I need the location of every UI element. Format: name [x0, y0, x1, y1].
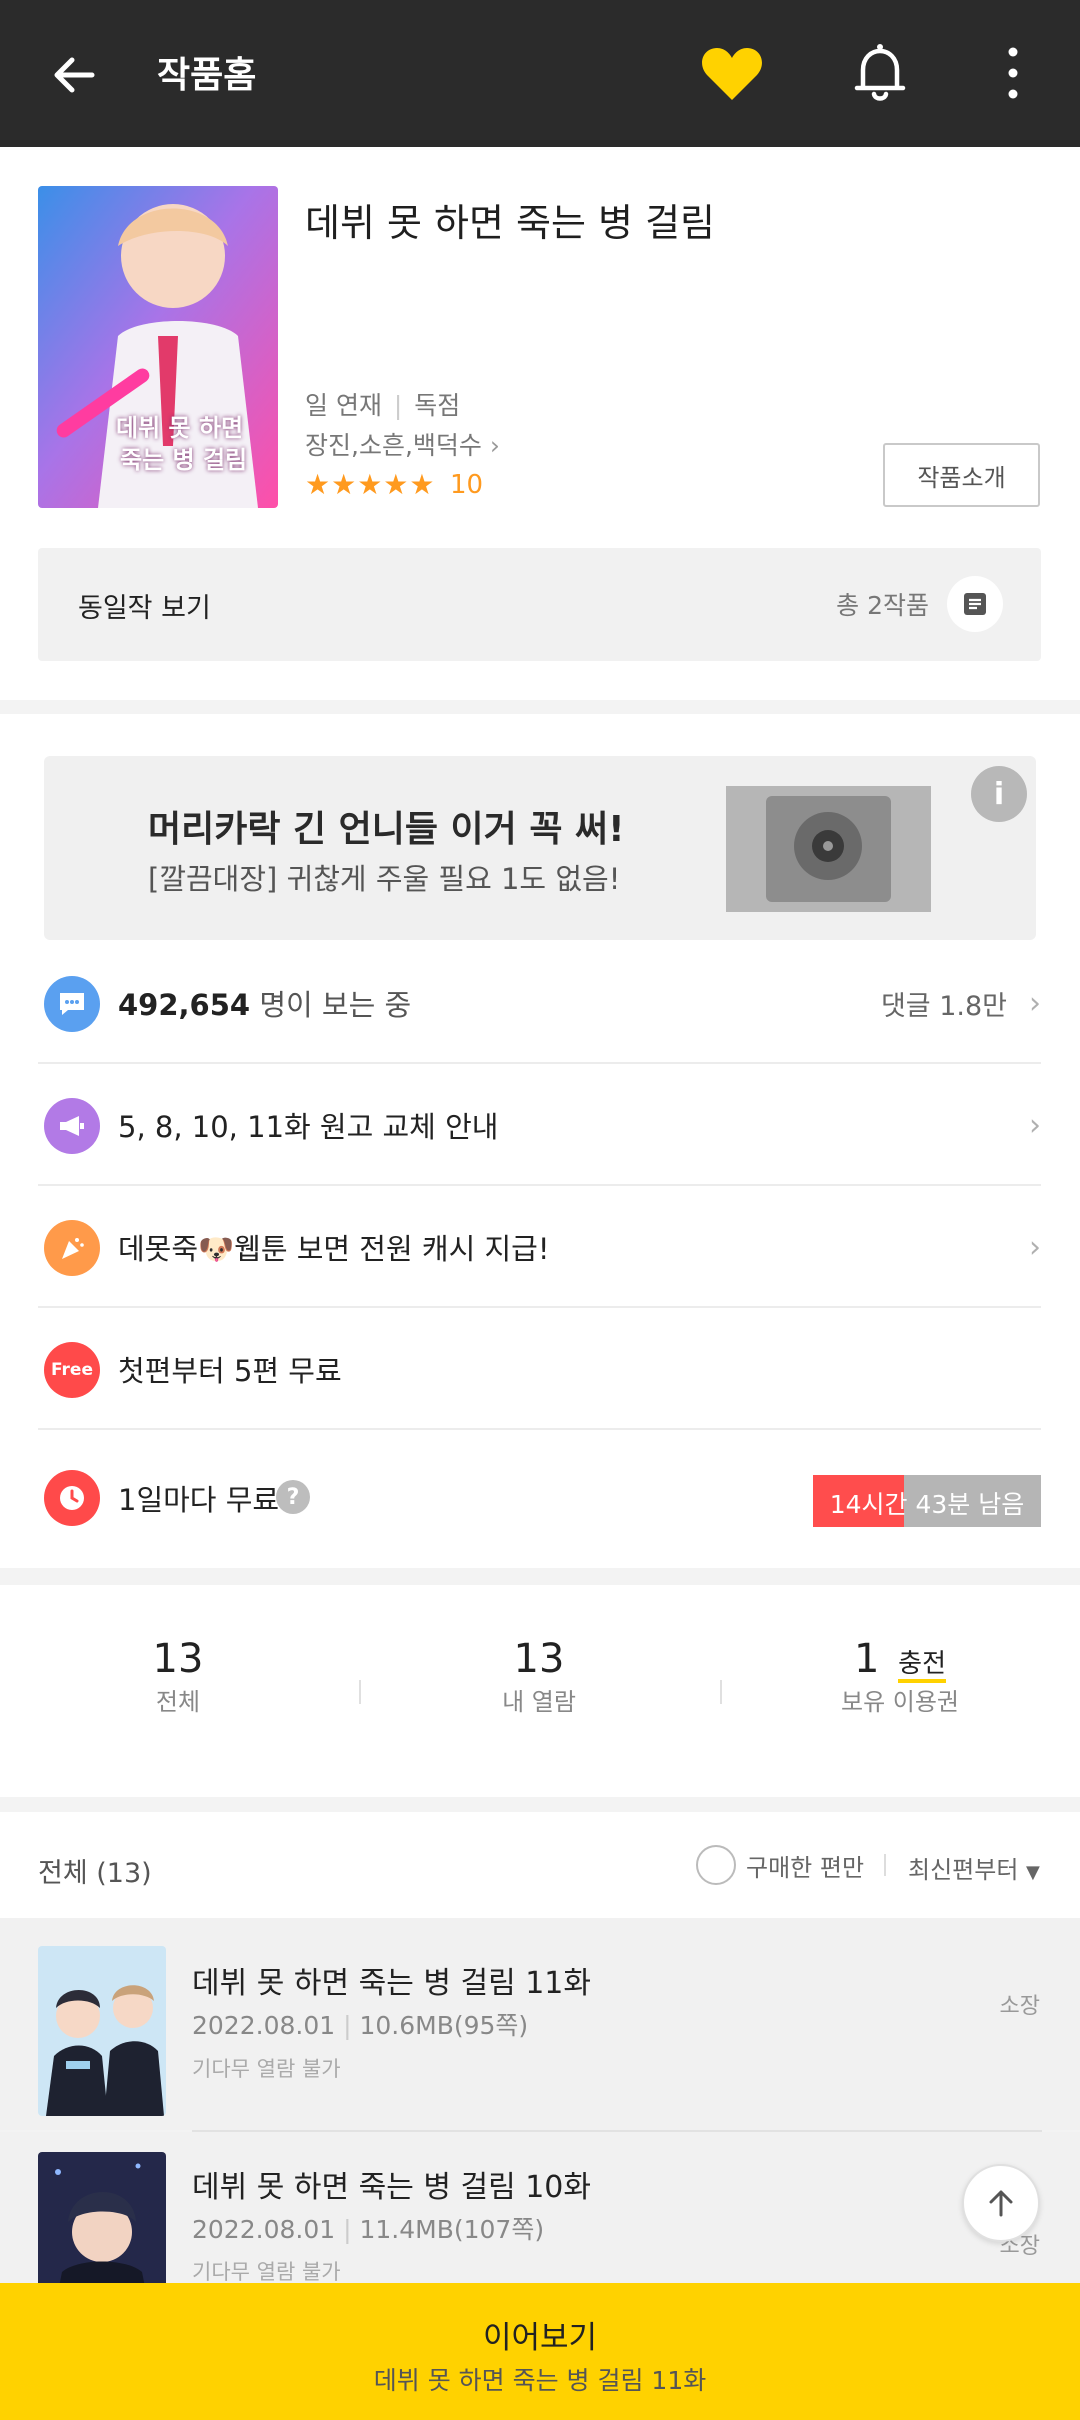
episode-date: 2022.08.01	[192, 2011, 336, 2040]
daily-free-text: 1일마다 무료	[118, 1483, 280, 1517]
episode-thumbnail	[38, 1946, 166, 2116]
purchased-only-checkbox[interactable]: 구매한 편만	[696, 1845, 864, 1885]
list-item[interactable]: 데뷔 못 하면 죽는 병 걸림 11화 2022.08.01 | 10.6MB(…	[0, 1918, 1080, 2130]
ad-info-icon[interactable]: i	[971, 766, 1027, 822]
same-work-count: 총 2작품	[836, 591, 929, 620]
top-bar: 작품홈	[0, 0, 1080, 147]
schedule-text: 일 연재	[305, 391, 382, 420]
list-title: 전체 (13)	[38, 1858, 152, 1889]
continue-reading-label: 이어보기	[482, 2320, 598, 2356]
event-text: 데못죽🐶웹툰 보면 전원 캐시 지급!	[118, 1232, 550, 1266]
party-icon	[44, 1220, 100, 1276]
event-row[interactable]: 데못죽🐶웹툰 보면 전원 캐시 지급! ›	[38, 1186, 1041, 1308]
arrow-up-icon	[989, 2190, 1013, 2217]
divider	[884, 1854, 886, 1876]
episode-size: 10.6MB(95쪽)	[359, 2011, 529, 2040]
list-item[interactable]: 데뷔 못 하면 죽는 병 걸림 10화 2022.08.01 | 11.4MB(…	[0, 2132, 1080, 2283]
chevron-right-icon: ›	[1029, 1230, 1041, 1265]
episode-title: 데뷔 못 하면 죽는 병 걸림 10화	[192, 2170, 591, 2205]
caret-down-icon: ▼	[1026, 1862, 1040, 1883]
checkbox-circle-icon	[696, 1845, 736, 1885]
scroll-to-top-button[interactable]	[962, 2164, 1040, 2242]
episode-thumbnail	[38, 2152, 166, 2283]
chevron-right-icon: ›	[1029, 986, 1041, 1021]
ticket-label: 보유 이용권	[840, 1688, 960, 1716]
episode-note: 기다무 열람 불가	[192, 2260, 341, 2283]
cover-title-line1: 데뷔 못 하면	[116, 414, 244, 442]
list-icon	[947, 576, 1003, 632]
chat-icon	[44, 976, 100, 1032]
ad-subtext: [깔끔대장] 귀찮게 주울 필요 1도 없음!	[148, 862, 621, 896]
free-badge-icon: Free	[44, 1342, 100, 1398]
more-options-icon[interactable]	[995, 40, 1031, 110]
chevron-right-icon: ›	[1029, 1108, 1041, 1143]
episode-meta: 2022.08.01 | 10.6MB(95쪽)	[192, 2006, 528, 2042]
same-work-label: 동일작 보기	[78, 593, 211, 624]
divider: |	[343, 2215, 352, 2244]
same-work-row[interactable]: 동일작 보기 총 2작품	[38, 548, 1041, 661]
authors-text: 장진,소흔,백덕수	[305, 431, 482, 460]
remaining-time-bar: 14시간 43분 남음	[813, 1475, 1041, 1527]
remaining-time-text: 14시간 43분 남음	[829, 1490, 1025, 1519]
read-label: 내 열람	[502, 1688, 576, 1716]
ad-headline: 머리카락 긴 언니들 이거 꼭 써!	[148, 809, 625, 850]
stat-total: 13 전체	[78, 1636, 278, 1717]
exclusive-text: 독점	[414, 391, 461, 420]
viewers-text: 492,654 명이 보는 중	[118, 982, 411, 1024]
stat-ticket: 1 충전 보유 이용권	[800, 1636, 1000, 1717]
purchased-only-label: 구매한 편만	[746, 1853, 865, 1882]
work-intro-button[interactable]: 작품소개	[883, 443, 1040, 507]
heart-icon[interactable]	[697, 40, 767, 110]
rating-value: 10	[450, 470, 484, 500]
episode-meta: 2022.08.01 | 11.4MB(107쪽)	[192, 2210, 544, 2246]
episode-date: 2022.08.01	[192, 2215, 336, 2244]
back-arrow-icon[interactable]	[40, 40, 110, 110]
daily-free-row: 1일마다 무료 ? 14시간 43분 남음	[38, 1430, 1041, 1568]
read-count: 13	[513, 1636, 565, 1682]
free-text: 첫편부터 5편 무료	[118, 1354, 342, 1388]
episode-title: 데뷔 못 하면 죽는 병 걸림 11화	[192, 1966, 591, 2001]
page-title: 작품홈	[157, 55, 257, 96]
notice-row[interactable]: 5, 8, 10, 11화 원고 교체 안내 ›	[38, 1064, 1041, 1186]
cover-title-line2: 죽는 병 걸림	[120, 446, 248, 474]
work-title: 데뷔 못 하면 죽는 병 걸림	[305, 201, 715, 245]
total-label: 전체	[155, 1688, 201, 1716]
divider: |	[393, 391, 403, 420]
total-count: 13	[152, 1636, 204, 1682]
episode-size: 11.4MB(107쪽)	[359, 2215, 545, 2244]
charge-link[interactable]: 충전	[898, 1649, 946, 1683]
star-rating-icon: ★★★★★	[305, 468, 436, 501]
help-icon[interactable]: ?	[276, 1480, 310, 1514]
cover-image: 데뷔 못 하면 죽는 병 걸림	[38, 186, 278, 508]
authors-link[interactable]: 장진,소흔,백덕수 ›	[305, 426, 500, 462]
stat-read: 13 내 열람	[439, 1636, 639, 1717]
schedule-info: 일 연재 | 독점	[305, 386, 460, 422]
chevron-right-icon: ›	[489, 431, 500, 460]
sort-dropdown[interactable]: 최신편부터 ▼	[908, 1850, 1040, 1885]
stat-divider	[359, 1680, 361, 1704]
clock-icon	[44, 1470, 100, 1526]
viewers-suffix: 명이 보는 중	[259, 988, 412, 1022]
stat-divider	[720, 1680, 722, 1704]
viewers-count: 492,654	[118, 988, 251, 1022]
megaphone-icon	[44, 1098, 100, 1154]
ticket-count: 1	[853, 1636, 880, 1682]
sort-label: 최신편부터	[908, 1856, 1019, 1884]
free-row: Free 첫편부터 5편 무료	[38, 1308, 1041, 1430]
ad-image	[726, 786, 931, 912]
continue-episode-title: 데뷔 못 하면 죽는 병 걸림 11화	[373, 2366, 707, 2395]
notice-text: 5, 8, 10, 11화 원고 교체 안내	[118, 1110, 499, 1144]
bell-icon[interactable]	[845, 38, 915, 108]
ad-banner[interactable]: 머리카락 긴 언니들 이거 꼭 써! [깔끔대장] 귀찮게 주울 필요 1도 없…	[44, 756, 1036, 940]
continue-reading-bar[interactable]: 이어보기 데뷔 못 하면 죽는 병 걸림 11화	[0, 2283, 1080, 2420]
episode-note: 기다무 열람 불가	[192, 2057, 341, 2081]
comments-count[interactable]: 댓글 1.8만	[881, 984, 1007, 1023]
viewers-row[interactable]: 492,654 명이 보는 중 댓글 1.8만 ›	[38, 942, 1041, 1064]
owned-badge: 소장	[999, 1994, 1040, 2019]
divider: |	[343, 2011, 352, 2040]
